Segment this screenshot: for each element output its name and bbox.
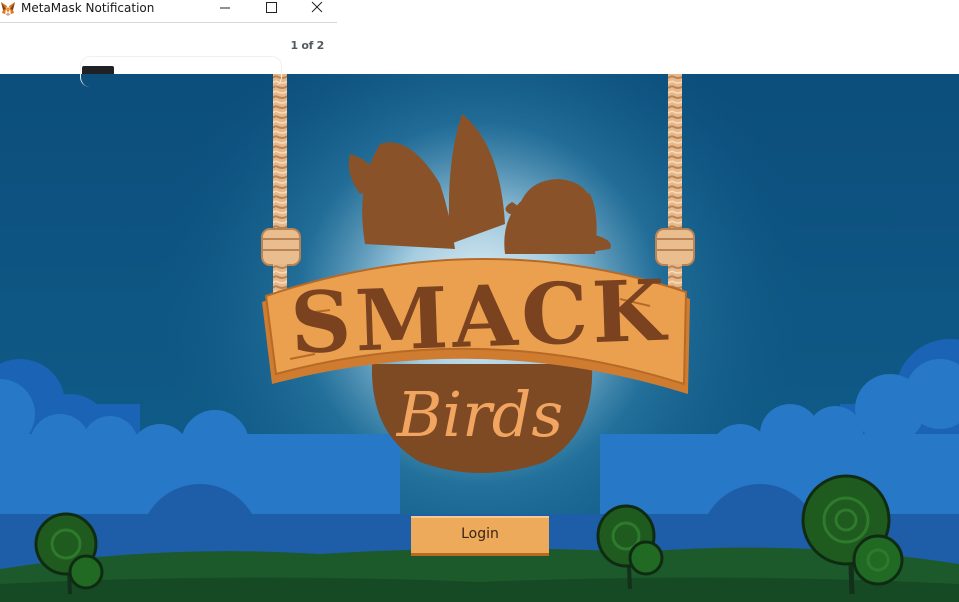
close-icon: [311, 1, 323, 13]
login-button[interactable]: Login: [411, 516, 549, 553]
close-button[interactable]: [294, 0, 340, 22]
metamask-notification-window: MetaMask Notification 1 of 2: [0, 0, 337, 87]
minimize-button[interactable]: [202, 0, 248, 22]
maximize-icon: [266, 2, 277, 13]
minimize-icon: [220, 7, 230, 9]
window-titlebar[interactable]: MetaMask Notification: [0, 0, 337, 23]
notification-counter: 1 of 2: [290, 39, 324, 52]
title-smack: SMACK: [289, 260, 671, 372]
game-canvas[interactable]: SMACK Birds Login: [0, 74, 959, 602]
metamask-fox-icon: [1, 2, 15, 16]
window-title: MetaMask Notification: [21, 1, 155, 15]
account-avatar: [82, 66, 114, 74]
title-birds: Birds: [396, 378, 564, 451]
maximize-button[interactable]: [248, 0, 294, 22]
